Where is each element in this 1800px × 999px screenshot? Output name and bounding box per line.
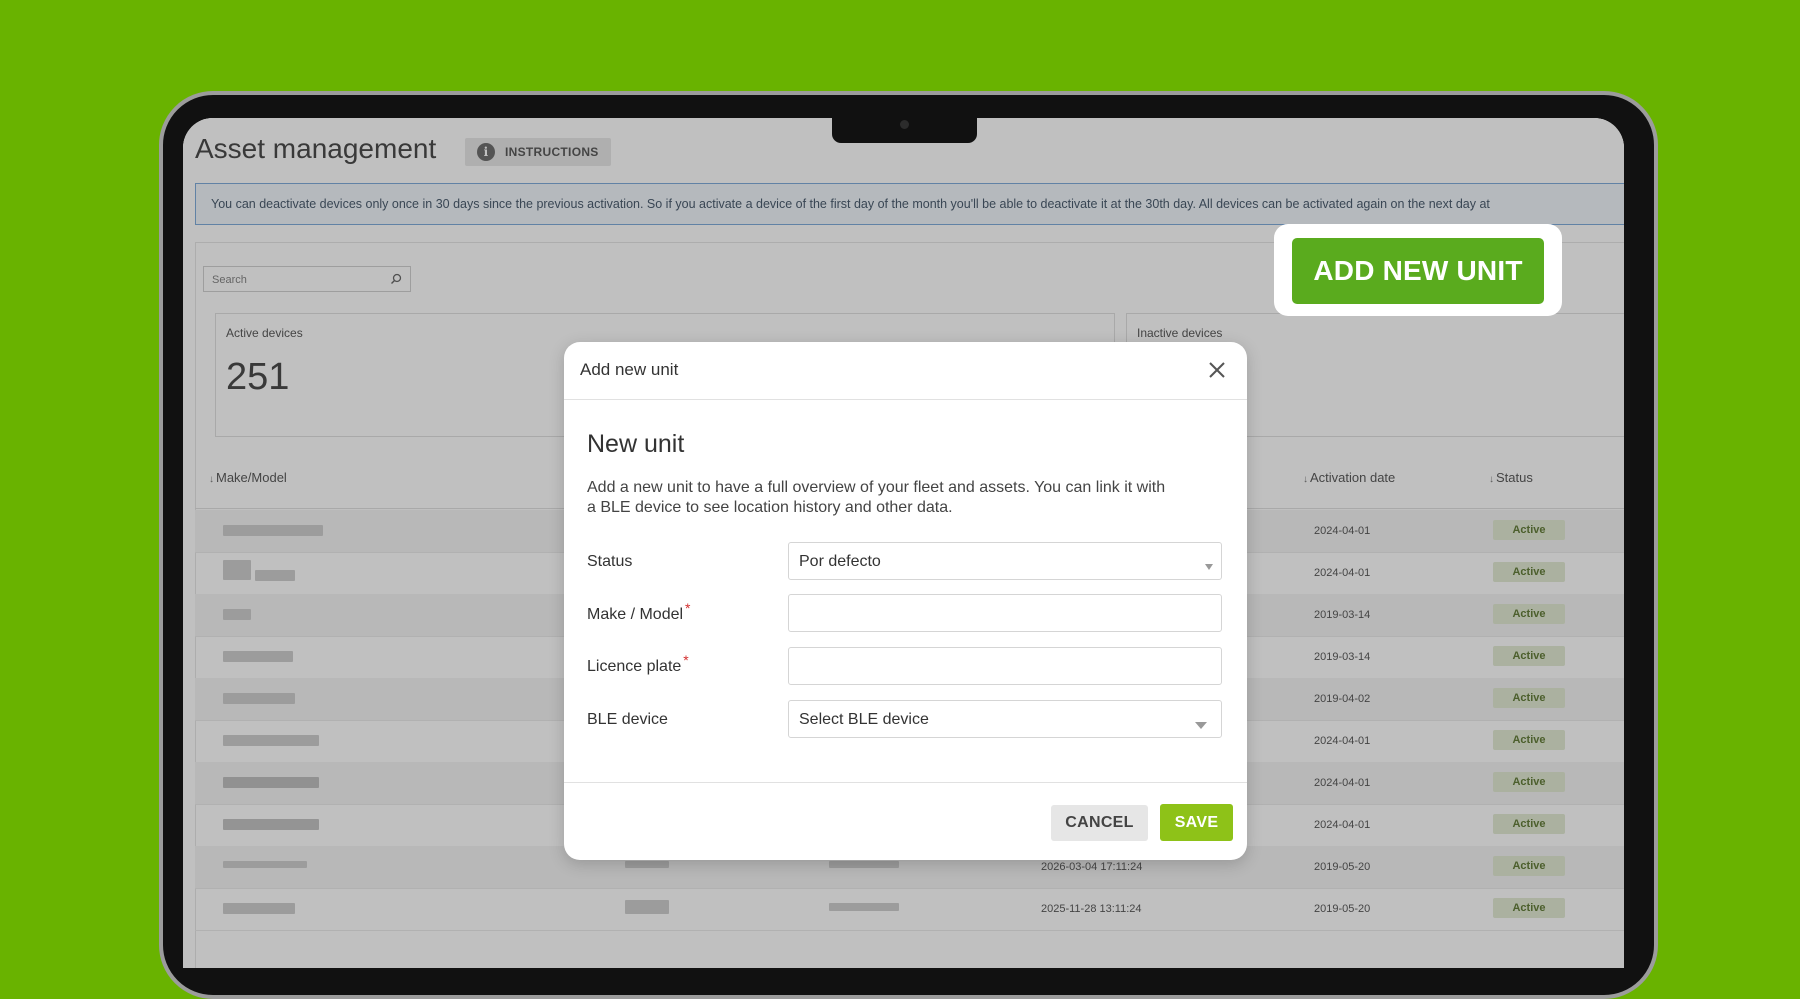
close-button[interactable] [1203,356,1231,384]
save-button[interactable]: SAVE [1160,804,1233,841]
form-description: Add a new unit to have a full overview o… [587,479,1166,516]
ble-device-placeholder: Select BLE device [799,711,929,728]
form-heading: New unit [587,430,685,458]
chevron-down-icon [1195,716,1207,734]
add-new-unit-highlight: ADD NEW UNIT [1274,224,1562,316]
ble-device-select[interactable]: Select BLE device [788,700,1222,738]
dialog-title: Add new unit [580,360,679,379]
add-new-unit-dialog: Add new unit New unit Add a new unit to … [564,342,1247,860]
licence-plate-label: Licence plate * [587,652,689,675]
close-icon [1209,362,1225,378]
licence-plate-input[interactable] [799,649,1203,685]
status-select[interactable]: Por defecto [788,542,1222,580]
add-new-unit-button[interactable]: ADD NEW UNIT [1292,238,1544,304]
dialog-header: Add new unit [564,342,1247,400]
status-selected-value: Por defecto [799,553,881,570]
licence-plate-field[interactable] [788,647,1222,685]
required-indicator: * [685,600,691,616]
ble-device-label: BLE device [587,711,668,728]
camera-notch [832,115,977,143]
make-model-input[interactable] [799,596,1203,632]
status-label: Status [587,553,633,570]
camera-icon [900,120,909,129]
dialog-footer: CANCEL SAVE [564,782,1247,860]
make-model-field[interactable] [788,594,1222,632]
required-indicator: * [683,652,689,668]
make-model-label: Make / Model * [587,600,691,623]
caret-down-icon [1205,557,1213,575]
cancel-button[interactable]: CANCEL [1051,805,1148,841]
